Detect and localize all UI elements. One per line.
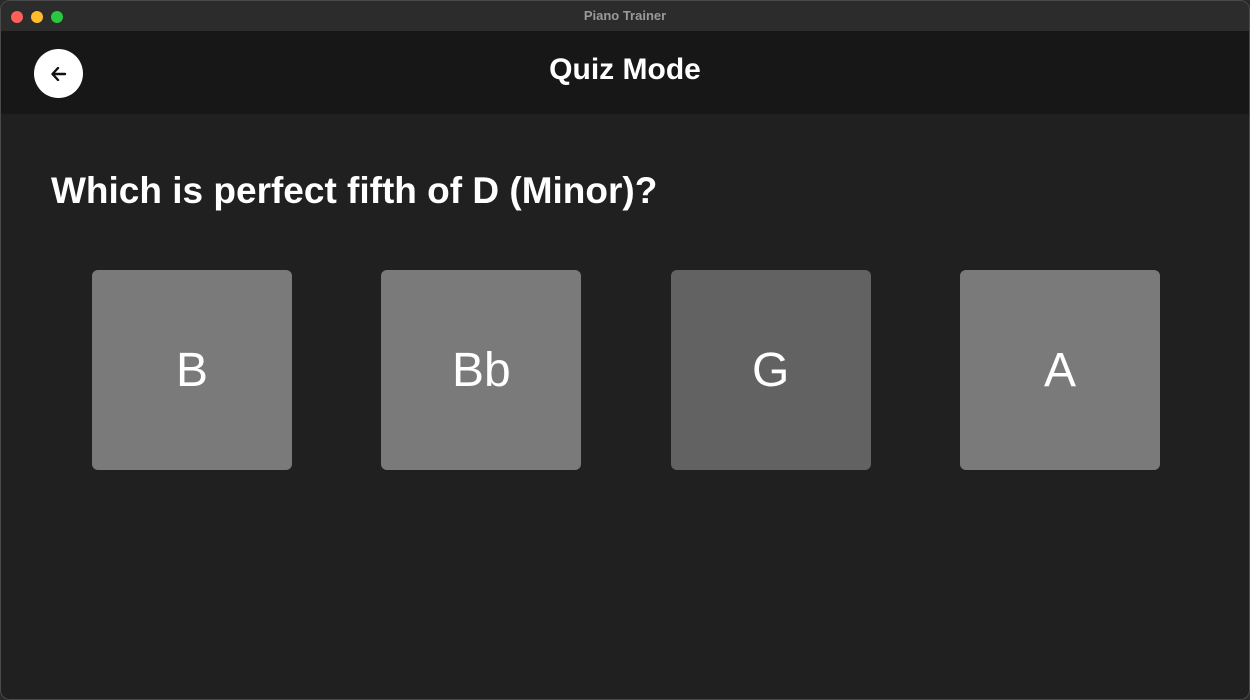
header-bar: Quiz Mode [1,31,1249,114]
answer-option-g[interactable]: G [670,270,871,470]
answer-option-b[interactable]: B [92,270,292,470]
quiz-question: Which is perfect fifth of D (Minor)? [51,170,658,211]
answer-options: B Bb G A [92,270,1160,470]
answer-option-a[interactable]: A [959,270,1160,470]
answer-option-label: G [751,343,790,397]
answer-option-label: B [175,343,208,397]
quiz-area: Which is perfect fifth of D (Minor)? B B… [1,114,1249,699]
window-title: Piano Trainer [583,8,667,23]
answer-option-label: Bb [451,343,511,397]
title-bar: Piano Trainer [1,1,1249,32]
answer-option-label: A [1043,343,1076,397]
answer-option-bb[interactable]: Bb [381,270,582,470]
page-title: Quiz Mode [549,53,701,86]
app-window: Piano Trainer Quiz Mode Which is perfect… [0,0,1250,700]
